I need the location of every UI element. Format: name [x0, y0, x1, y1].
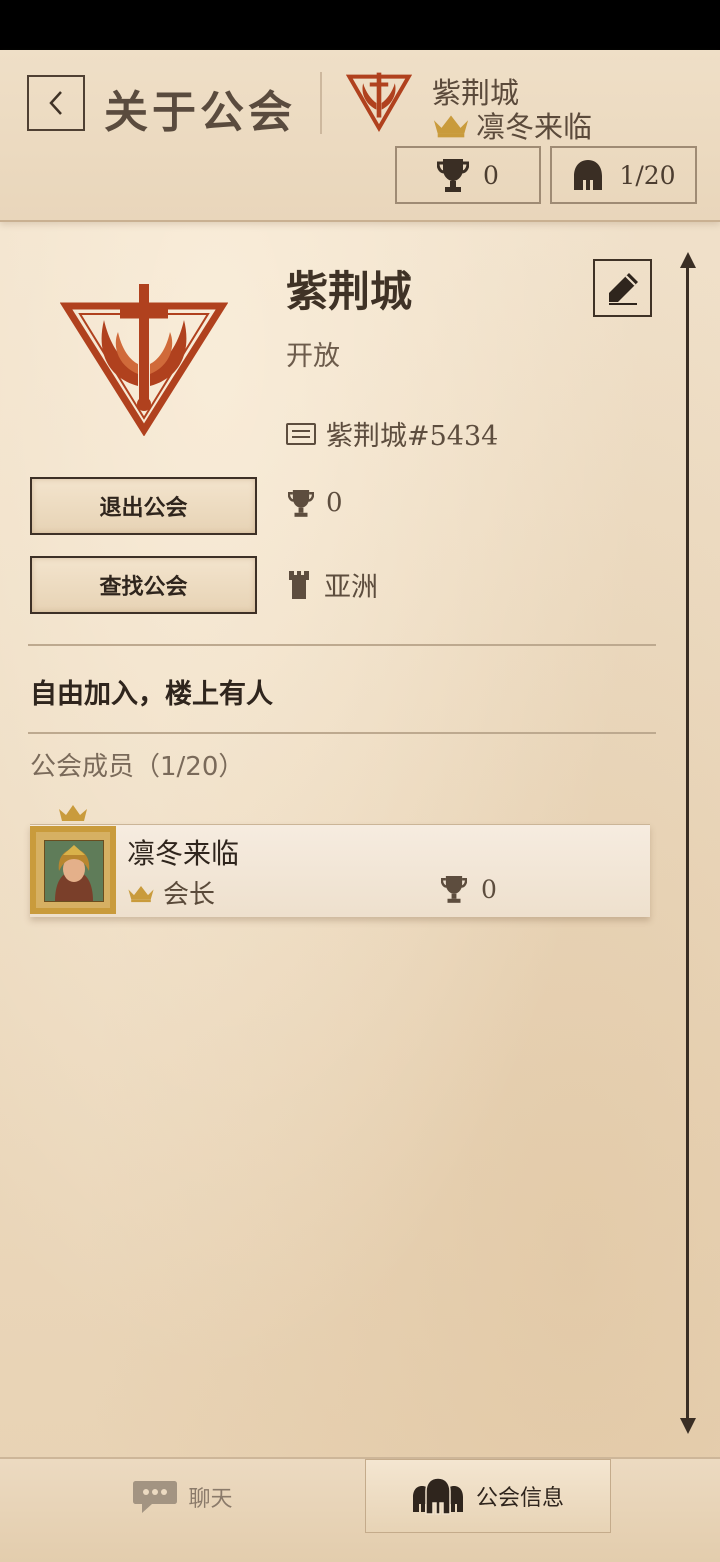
header-divider [320, 72, 322, 134]
guild-name: 紫荆城 [286, 267, 413, 316]
find-guild-button[interactable]: 查找公会 [30, 556, 257, 614]
guild-trophies: 0 [326, 488, 343, 518]
member-trophies: 0 [481, 874, 497, 904]
member-list-item[interactable] [30, 824, 650, 917]
guild-region-row: 亚洲 [288, 565, 378, 604]
edit-button[interactable] [593, 259, 652, 317]
trophy-icon [441, 876, 467, 903]
tab-guild-info-label: 公会信息 [475, 1486, 564, 1511]
tab-chat-label: 聊天 [188, 1487, 233, 1512]
guild-description: 自由加入，楼上有人 [30, 679, 273, 710]
tab-guild-info[interactable]: 公会信息 [365, 1459, 611, 1533]
guild-trophy-row: 0 [288, 488, 343, 518]
helmet-icon [574, 160, 603, 190]
trophy-icon [437, 159, 470, 192]
header-leader: 凛冬来临 [432, 104, 592, 146]
divider [28, 732, 656, 734]
guild-emblem-icon [346, 72, 412, 133]
guild-helmets-icon [412, 1477, 463, 1515]
leader-crown-icon [59, 805, 87, 821]
divider [28, 644, 656, 646]
member-role: 会长 [163, 880, 216, 910]
status-bar [0, 0, 720, 50]
member-trophy-row: 0 [441, 874, 497, 904]
page-title: 关于公会 [104, 87, 296, 138]
member-count: 1/20 [619, 160, 676, 190]
id-card-icon [286, 422, 316, 445]
scrollbar[interactable] [686, 260, 689, 1420]
crown-icon [433, 115, 469, 138]
guild-id: 紫荆城#5434 [326, 421, 499, 452]
member-stat[interactable]: 1/20 [550, 146, 697, 204]
avatar[interactable] [30, 826, 116, 914]
trophy-icon [288, 490, 314, 517]
chat-bubble-icon [133, 1481, 178, 1513]
pencil-icon [608, 273, 638, 305]
guild-region: 亚洲 [324, 572, 378, 603]
avatar-portrait-icon [44, 840, 104, 902]
tab-chat[interactable]: 聊天 [0, 1457, 365, 1537]
chevron-left-icon [49, 91, 62, 115]
trophy-stat[interactable]: 0 [395, 146, 541, 204]
member-name: 凛冬来临 [127, 837, 240, 870]
header-leader-name: 凛冬来临 [476, 110, 593, 144]
member-role-row: 会长 [127, 874, 215, 911]
members-header: 公会成员（1/20） [30, 752, 245, 782]
tower-icon [289, 570, 309, 599]
guild-emblem-large-icon [60, 284, 228, 436]
back-button[interactable] [27, 75, 85, 131]
guild-id-row: 紫荆城#5434 [286, 414, 498, 453]
crown-icon [128, 885, 154, 902]
leave-guild-button[interactable]: 退出公会 [30, 477, 257, 535]
guild-status: 开放 [286, 341, 340, 372]
scroll-down-arrow-icon[interactable] [680, 1418, 696, 1434]
trophy-count: 0 [483, 160, 499, 190]
